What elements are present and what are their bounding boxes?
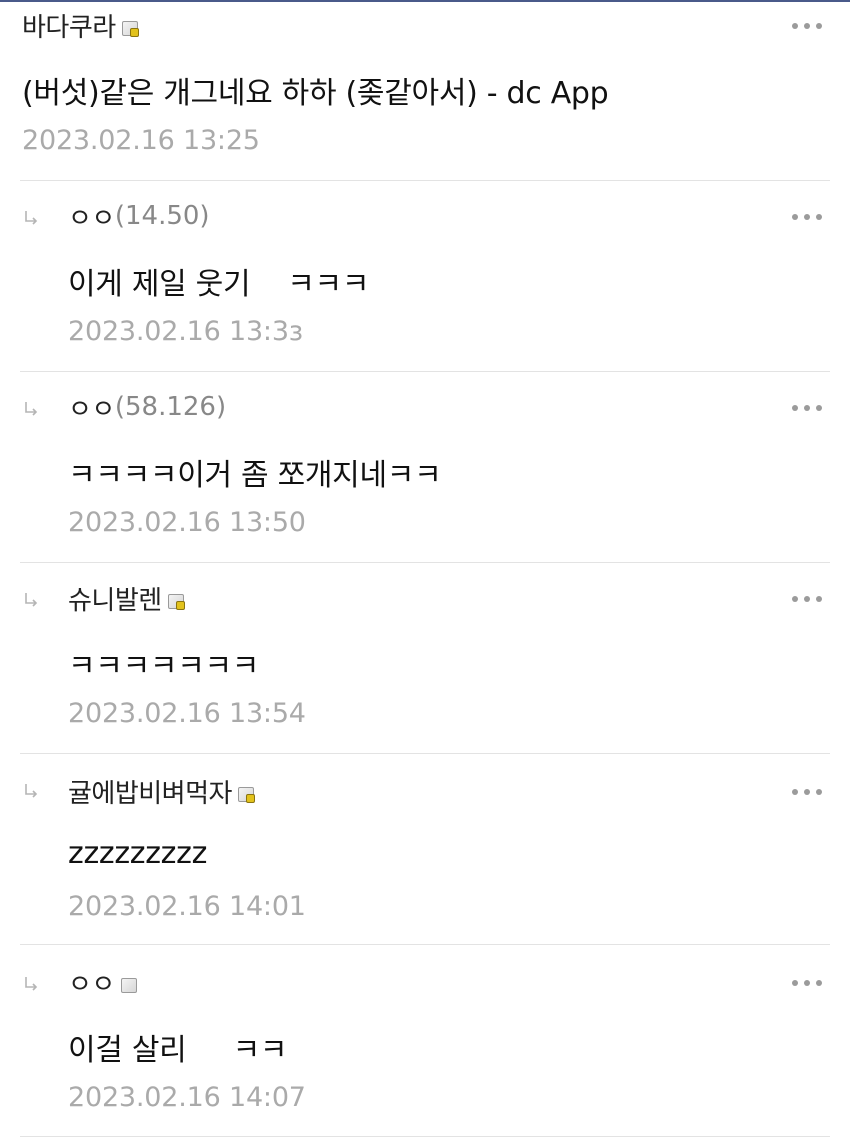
more-options-icon[interactable] [792,787,822,797]
reply-author[interactable]: ㅇㅇ [68,964,115,1001]
fixed-nick-icon [237,786,255,803]
reply-timestamp: 2023.02.16 14:07 [68,1082,306,1113]
reply-comment: ㅇㅇ (14.50) 이게 제일 웃기 ㅋㅋㅋ 2023.02.16 13:3з [0,181,850,371]
more-options-icon[interactable] [792,594,822,604]
semi-nick-icon [120,977,137,993]
reply-body: 이걸 살리 ㅋㅋ [68,1033,288,1068]
reply-arrow-icon [22,209,40,227]
fixed-nick-icon [167,593,185,610]
more-options-icon[interactable] [792,978,822,988]
reply-author-row[interactable]: ㅇㅇ [68,964,137,1001]
reply-author[interactable]: 귤에밥비벼먹자 [68,773,232,810]
more-options-icon[interactable] [792,403,822,413]
more-options-icon[interactable] [792,21,822,31]
reply-author[interactable]: ㅇㅇ [68,198,115,235]
reply-author[interactable]: ㅇㅇ [68,389,115,426]
reply-arrow-icon [22,591,40,609]
post-author[interactable]: 바다쿠라 [22,7,116,44]
reply-ip: (58.126) [114,392,227,422]
post-comment: 바다쿠라 (버섯)같은 개그네요 하하 (좆같아서) - dc App 2023… [0,0,850,180]
reply-arrow-icon [22,782,40,800]
reply-timestamp: 2023.02.16 14:01 [68,891,306,922]
post-author-row[interactable]: 바다쿠라 [22,7,139,44]
reply-body: zzzzzzzzz [68,836,208,871]
reply-author-row[interactable]: 슈니발렌 [68,580,185,617]
reply-timestamp: 2023.02.16 13:3з [68,316,303,347]
reply-author-row[interactable]: ㅇㅇ (58.126) [68,389,227,426]
reply-body: 이게 제일 웃기 ㅋㅋㅋ [68,267,370,302]
reply-timestamp: 2023.02.16 13:50 [68,507,306,538]
reply-timestamp: 2023.02.16 13:54 [68,698,306,729]
post-timestamp: 2023.02.16 13:25 [22,125,260,156]
divider [20,1136,830,1137]
reply-body: ㅋㅋㅋㅋㅋㅋㅋ [68,649,260,684]
reply-arrow-icon [22,975,40,993]
reply-ip: (14.50) [114,201,210,231]
post-body: (버섯)같은 개그네요 하하 (좆같아서) - dc App [22,76,609,111]
reply-comment: 귤에밥비벼먹자 zzzzzzzzz 2023.02.16 14:01 [0,754,850,944]
more-options-icon[interactable] [792,212,822,222]
reply-body: ㅋㅋㅋㅋ이거 좀 쪼개지네ㅋㅋ [68,458,442,493]
reply-author[interactable]: 슈니발렌 [68,580,162,617]
fixed-nick-icon [121,20,139,37]
reply-comment: ㅇㅇ (58.126) ㅋㅋㅋㅋ이거 좀 쪼개지네ㅋㅋ 2023.02.16 1… [0,372,850,562]
reply-author-row[interactable]: ㅇㅇ (14.50) [68,198,210,235]
reply-author-row[interactable]: 귤에밥비벼먹자 [68,773,255,810]
reply-comment: ㅇㅇ 이걸 살리 ㅋㅋ 2023.02.16 14:07 [0,945,850,1135]
reply-comment: 슈니발렌 ㅋㅋㅋㅋㅋㅋㅋ 2023.02.16 13:54 [0,563,850,753]
reply-arrow-icon [22,400,40,418]
